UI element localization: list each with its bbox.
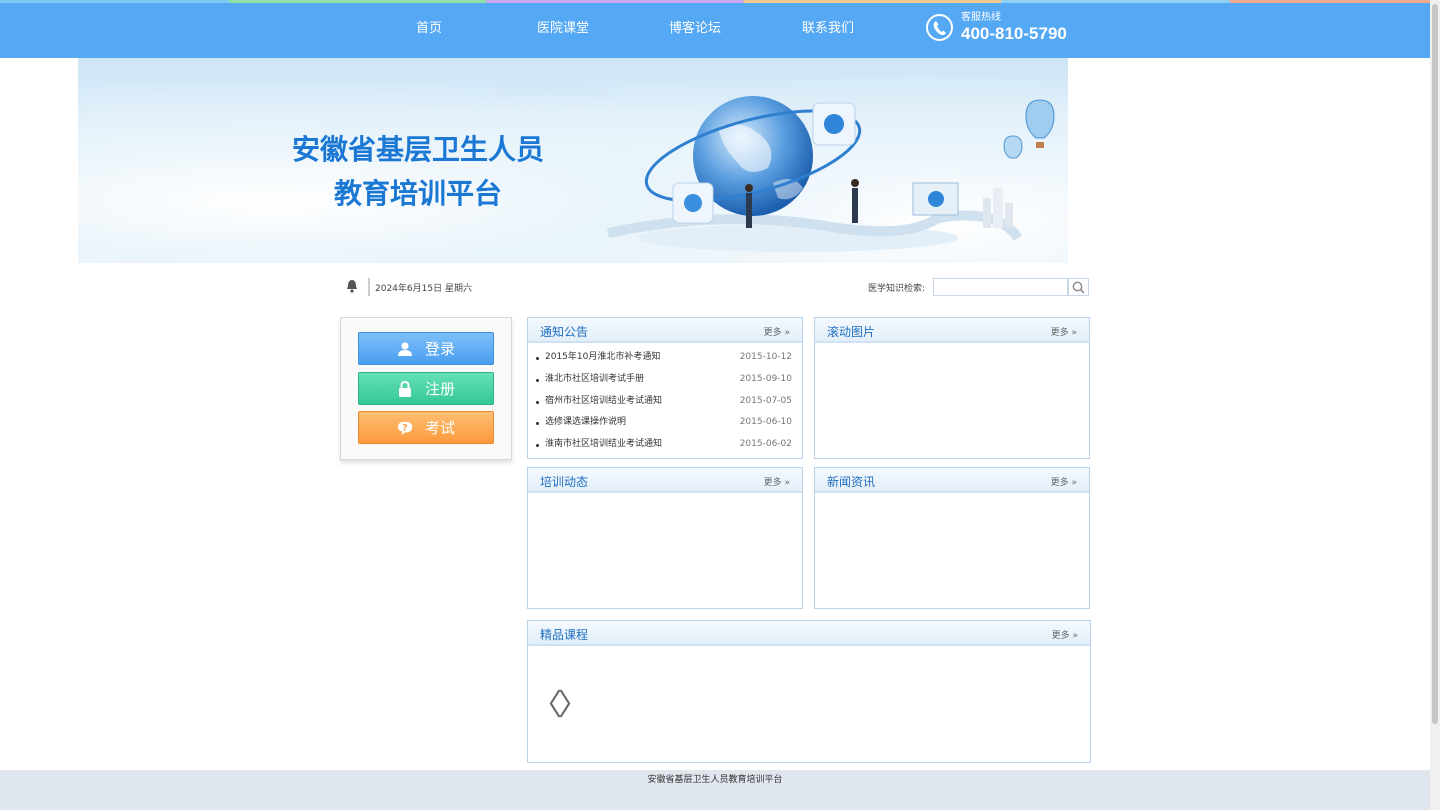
nav-hospital-class[interactable]: 医院课堂	[537, 17, 589, 36]
training-panel-title: 培训动态	[540, 475, 589, 489]
slides-panel-title: 滚动图片	[827, 325, 876, 339]
notice-item-title: 2015年10月淮北市补考通知	[545, 352, 661, 362]
courses-panel: 精品课程 更多 »	[527, 620, 1091, 763]
notice-item[interactable]: 淮北市社区培训考试手册 2015-09-10	[536, 369, 792, 391]
news-panel: 新闻资讯 更多 »	[814, 467, 1090, 609]
notice-item-title: 宿州市社区培训结业考试通知	[545, 395, 663, 406]
search-icon	[1072, 281, 1085, 294]
carousel-next-button[interactable]: 〉	[558, 680, 588, 724]
notice-panel-title: 通知公告	[540, 325, 589, 339]
scrollbar-thumb[interactable]	[1432, 4, 1438, 724]
banner-title-line2: 教育培训平台	[333, 177, 502, 210]
footer-text: 安徽省基层卫生人员教育培训平台	[647, 775, 783, 785]
training-panel-header: 培训动态 更多 »	[528, 468, 802, 493]
notice-item[interactable]: 选修课选课操作说明 2015-06-10	[536, 412, 792, 434]
top-nav-bar: 首页 医院课堂 博客论坛 联系我们 客服热线 400-810-5790	[0, 3, 1430, 58]
exam-button-label: 考试	[424, 419, 455, 437]
notice-item[interactable]: 2015年10月淮北市补考通知 2015-10-12	[536, 347, 792, 369]
courses-more-link[interactable]: 更多 »	[1052, 628, 1078, 641]
notice-panel-header: 通知公告 更多 »	[528, 318, 802, 343]
hotline-number: 400-810-5790	[961, 24, 1067, 43]
login-box: 登录 注册 ? 考试	[340, 317, 512, 460]
globe-illustration	[606, 96, 1055, 252]
lock-icon	[397, 380, 413, 397]
svg-text:?: ?	[402, 423, 407, 433]
courses-panel-title: 精品课程	[540, 628, 589, 642]
slides-panel-header: 滚动图片 更多 »	[815, 318, 1089, 343]
training-more-link[interactable]: 更多 »	[764, 475, 790, 488]
bell-icon	[346, 279, 358, 297]
notice-item-date: 2015-10-12	[739, 352, 792, 362]
notice-item[interactable]: 淮南市社区培训结业考试通知 2015-06-02	[536, 434, 792, 456]
phone-icon	[926, 14, 953, 41]
page-footer: 安徽省基层卫生人员教育培训平台	[0, 770, 1430, 810]
news-panel-title: 新闻资讯	[827, 475, 876, 489]
hotline-label: 客服热线	[961, 12, 1001, 23]
nav-home[interactable]: 首页	[416, 17, 442, 36]
date-divider	[368, 278, 370, 296]
training-panel: 培训动态 更多 »	[527, 467, 803, 609]
news-more-link[interactable]: 更多 »	[1051, 475, 1077, 488]
hero-banner: 安徽省基层卫生人员 教育培训平台	[78, 58, 1068, 263]
news-panel-header: 新闻资讯 更多 »	[815, 468, 1089, 493]
register-button[interactable]: 注册	[358, 372, 494, 405]
notice-item-date: 2015-09-10	[739, 373, 792, 384]
banner-title-line1: 安徽省基层卫生人员	[291, 133, 544, 166]
search-label: 医学知识检索:	[868, 284, 926, 294]
exam-button[interactable]: ? 考试	[358, 411, 494, 444]
banner-title: 安徽省基层卫生人员 教育培训平台	[268, 128, 568, 216]
page-scrollbar[interactable]	[1430, 0, 1440, 810]
slides-more-link[interactable]: 更多 »	[1051, 325, 1077, 338]
register-button-label: 注册	[424, 380, 455, 398]
login-button[interactable]: 登录	[358, 332, 494, 365]
nav-contact-us[interactable]: 联系我们	[802, 17, 854, 36]
current-date: 2024年6月15日 星期六	[375, 284, 472, 294]
notice-more-link[interactable]: 更多 »	[764, 325, 790, 338]
slides-panel: 滚动图片 更多 »	[814, 317, 1090, 459]
notice-list: 2015年10月淮北市补考通知 2015-10-12 淮北市社区培训考试手册 201…	[528, 343, 802, 456]
notice-panel: 通知公告 更多 » 2015年10月淮北市补考通知 2015-10-12 淮北市社…	[527, 317, 803, 459]
courses-panel-header: 精品课程 更多 »	[528, 621, 1090, 646]
nav-blog-forum[interactable]: 博客论坛	[669, 17, 721, 36]
search-input[interactable]	[933, 278, 1068, 296]
question-icon: ?	[397, 420, 413, 436]
hotline: 客服热线 400-810-5790	[926, 13, 1067, 42]
notice-item-title: 选修课选课操作说明	[545, 417, 627, 428]
notice-item-date: 2015-06-10	[739, 417, 792, 428]
login-button-label: 登录	[424, 340, 455, 358]
user-icon	[397, 341, 413, 357]
notice-item-title: 淮北市社区培训考试手册	[545, 373, 645, 384]
search-button[interactable]	[1068, 278, 1089, 296]
notice-item-date: 2015-06-02	[739, 439, 792, 450]
notice-item[interactable]: 宿州市社区培训结业考试通知 2015-07-05	[536, 391, 792, 413]
notice-item-title: 淮南市社区培训结业考试通知	[545, 439, 663, 450]
notice-item-date: 2015-07-05	[739, 395, 792, 406]
